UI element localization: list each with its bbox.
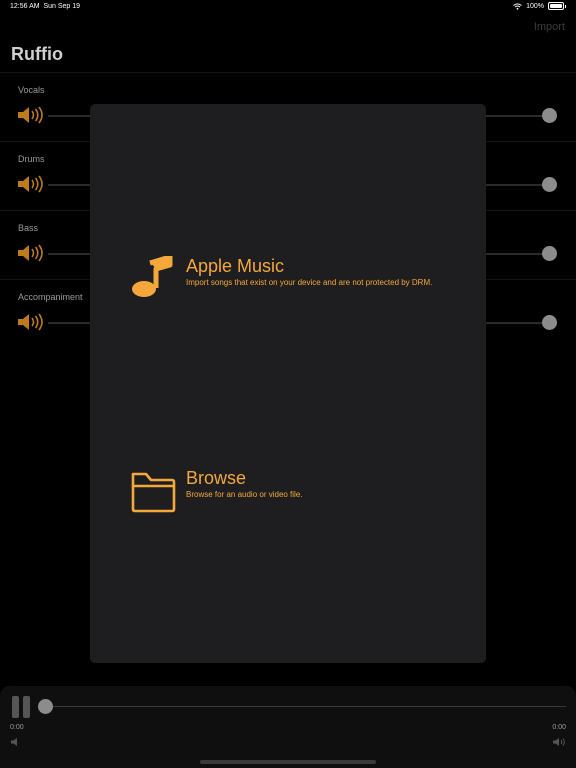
pause-icon-bar (23, 696, 30, 718)
progress-slider-track[interactable] (46, 706, 566, 707)
track-label: Accompaniment (18, 292, 83, 302)
elapsed-time: 0:00 (10, 724, 24, 731)
status-time: 12:56 AM Sun Sep 19 (10, 3, 81, 10)
option-title: Browse (186, 468, 247, 488)
volume-slider-knob[interactable] (542, 315, 557, 330)
status-bar: 12:56 AM Sun Sep 19 100% (0, 0, 576, 14)
option-subtitle: Browse for an audio or video file. (186, 490, 303, 499)
apple-music-text: Apple Music Import songs that exist on y… (186, 256, 432, 287)
speaker-icon[interactable] (17, 244, 45, 262)
option-title: Apple Music (186, 256, 285, 276)
speaker-icon[interactable] (17, 106, 45, 124)
option-subtitle: Import songs that exist on your device a… (186, 278, 433, 287)
status-right: 100% (513, 2, 566, 10)
home-indicator (200, 760, 376, 764)
app-title: Ruffio (11, 44, 63, 64)
volume-slider-knob[interactable] (542, 108, 557, 123)
wifi-icon (513, 2, 522, 10)
volume-low-icon (11, 738, 17, 746)
speaker-icon[interactable] (17, 175, 45, 193)
music-note-icon (132, 256, 173, 297)
battery-percent: 100% (526, 2, 544, 10)
pause-icon-bar (12, 696, 19, 718)
speaker-icon[interactable] (17, 313, 45, 331)
import-sheet: Apple Music Import songs that exist on y… (90, 104, 486, 663)
apple-music-option[interactable]: Apple Music Import songs that exist on y… (130, 256, 466, 302)
total-time: 0:00 (552, 724, 566, 731)
battery-cap (565, 4, 566, 8)
volume-high-icon (553, 738, 565, 746)
import-button[interactable]: Import (534, 21, 565, 33)
track-label: Vocals (18, 85, 45, 95)
track-label: Bass (18, 223, 39, 233)
battery-icon (548, 2, 564, 10)
volume-slider-knob[interactable] (542, 246, 557, 261)
progress-slider-knob[interactable] (38, 699, 53, 714)
pause-button[interactable] (12, 696, 32, 718)
folder-icon (131, 472, 176, 513)
track-label: Drums (18, 154, 45, 164)
browse-option[interactable]: Browse Browse for an audio or video file… (130, 468, 466, 514)
player-bar: 0:00 0:00 (0, 686, 576, 768)
browse-text: Browse Browse for an audio or video file… (186, 468, 303, 499)
volume-slider-knob[interactable] (542, 177, 557, 192)
